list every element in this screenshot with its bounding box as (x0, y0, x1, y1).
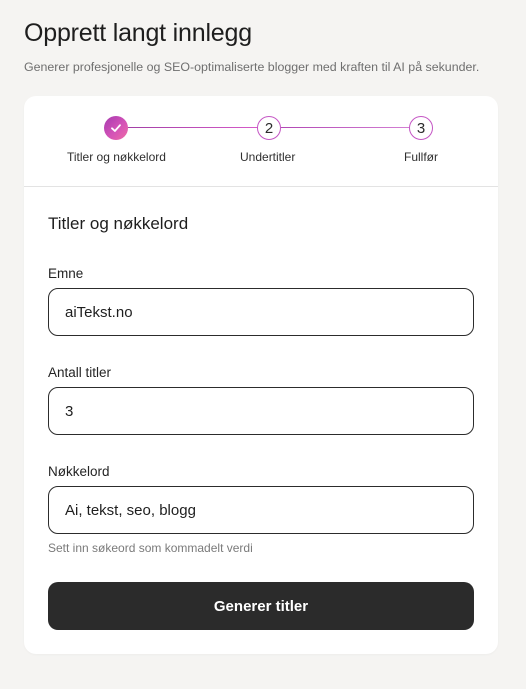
nokkelord-label: Nøkkelord (48, 464, 110, 479)
step-connector-1 (128, 127, 258, 128)
antall-titler-input[interactable] (48, 387, 474, 435)
step-3-label: Fullfør (404, 150, 438, 164)
nokkelord-input[interactable] (48, 486, 474, 534)
section-title: Titler og nøkkelord (48, 214, 189, 233)
nokkelord-helper-text: Sett inn søkeord som kommadelt verdi (48, 541, 253, 555)
step-2-label: Undertitler (240, 150, 296, 164)
check-icon (111, 124, 121, 132)
page-title: Opprett langt innlegg (24, 19, 252, 47)
generate-titles-button[interactable]: Generer titler (48, 582, 474, 630)
step-connector-2 (281, 127, 409, 128)
step-3-number: 3 (409, 116, 433, 140)
step-1-label: Titler og nøkkelord (67, 150, 166, 164)
page-header: Opprett langt innlegg Generer profesjone… (24, 18, 514, 75)
form-card: 2 3 Titler og nøkkelord Undertitler Full… (24, 96, 498, 654)
step-2-number: 2 (257, 116, 281, 140)
emne-input[interactable] (48, 288, 474, 336)
emne-label: Emne (48, 266, 84, 281)
page-subtitle: Generer profesjonelle og SEO-optimaliser… (24, 60, 480, 74)
antall-titler-label: Antall titler (48, 365, 112, 380)
progress-stepper: 2 3 Titler og nøkkelord Undertitler Full… (24, 96, 498, 187)
step-1-completed (104, 116, 128, 140)
